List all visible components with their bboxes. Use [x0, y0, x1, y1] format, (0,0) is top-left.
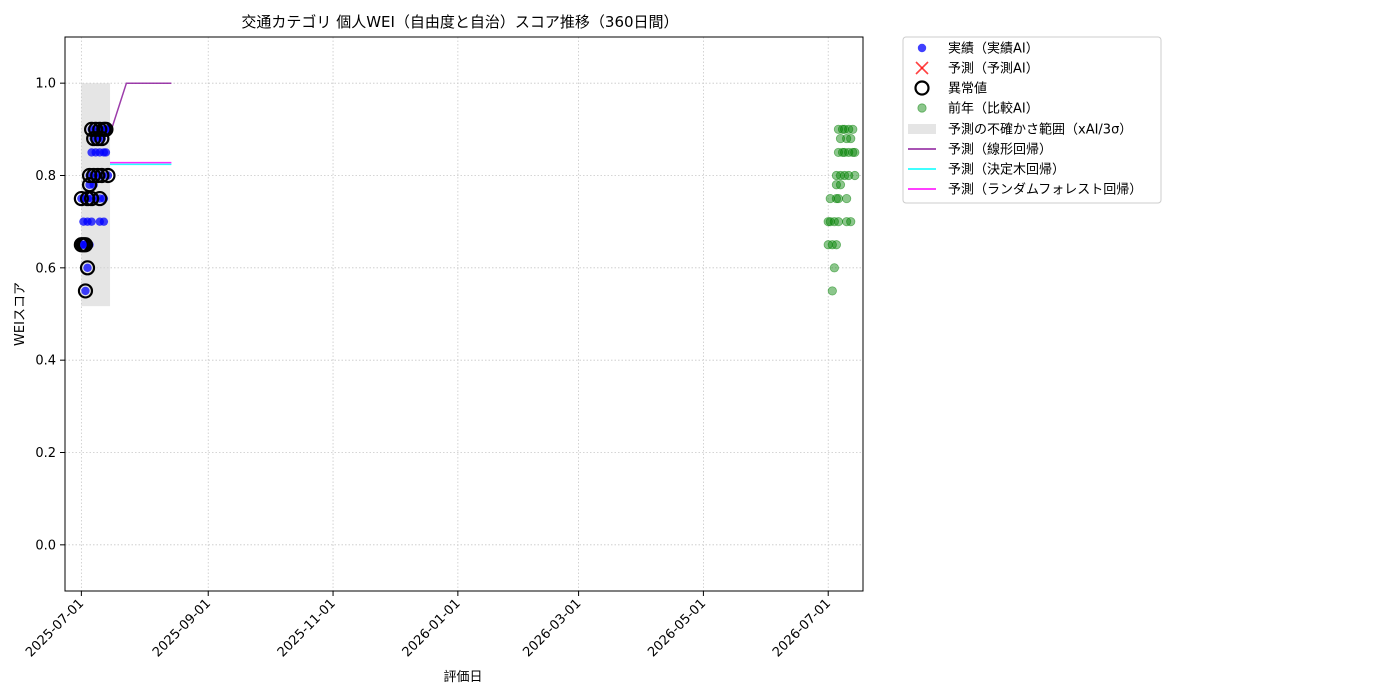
y-axis-label: WEIスコア — [13, 282, 28, 346]
actual-point — [81, 286, 90, 296]
chart: 交通カテゴリ 個人WEI（自由度と自治）スコア推移（360日間） 2025-07… — [13, 13, 1162, 685]
legend-label: 予測（線形回帰） — [948, 142, 1052, 158]
x-tick-label: 2025-07-01 — [23, 596, 87, 660]
legend-label: 前年（比較AI） — [948, 101, 1039, 117]
actual-point — [87, 217, 96, 226]
previous-year-point — [833, 193, 844, 204]
previous-year-point — [831, 240, 842, 250]
y-tick-label: 0.4 — [35, 354, 56, 369]
x-tick-label: 2025-11-01 — [275, 596, 339, 660]
legend-label: 予測（ランダムフォレスト回帰） — [948, 182, 1142, 198]
actual-point — [101, 148, 111, 157]
y-tick-label: 0.2 — [35, 446, 56, 461]
x-tick-label: 2026-07-01 — [770, 596, 834, 660]
previous-year-point — [827, 286, 837, 296]
previous-year-point — [846, 217, 856, 227]
previous-year-point — [848, 124, 858, 134]
previous-year-point — [842, 193, 852, 204]
legend-actual-key — [917, 43, 927, 53]
actual-point — [83, 263, 92, 273]
legend-label: 予測の不確かさ範囲（xAI/3σ） — [948, 122, 1132, 138]
previous-year-point — [846, 133, 856, 144]
y-tick-label: 1.0 — [35, 77, 56, 92]
legend-label: 予測（予測AI） — [948, 62, 1039, 77]
legend-band-key — [908, 124, 936, 134]
y-tick-label: 0.6 — [35, 261, 56, 276]
legend-label: 実績（実績AI） — [948, 41, 1039, 57]
plot-area — [64, 36, 864, 592]
legend-label: 予測（決定木回帰） — [948, 162, 1065, 178]
plot-background — [65, 37, 863, 591]
x-tick-label: 2025-09-01 — [150, 596, 214, 660]
previous-year-point — [850, 147, 860, 158]
x-tick-label: 2026-03-01 — [520, 596, 584, 660]
y-axis: 0.0 0.2 0.4 0.6 0.8 1.0 — [35, 77, 65, 553]
y-tick-label: 0.0 — [35, 538, 56, 553]
actual-point — [99, 217, 109, 226]
previous-year-point — [850, 170, 860, 181]
x-tick-label: 2026-01-01 — [400, 596, 464, 660]
x-tick-label: 2026-05-01 — [645, 596, 709, 660]
previous-year-point — [835, 180, 846, 190]
legend-previous-year-key — [917, 103, 927, 113]
legend: 実績（実績AI） 予測（予測AI） 異常値前年（比較AI） 予測の不確かさ範囲（xAI… — [902, 36, 1162, 204]
x-axis: 2025-07-01 2025-09-01 2025-11-01 2026-01-01… — [23, 591, 834, 660]
legend-label: 異常値 — [948, 81, 987, 97]
y-tick-label: 0.8 — [35, 169, 56, 184]
chart-title: 交通カテゴリ 個人WEI（自由度と自治）スコア推移（360日間） — [241, 13, 678, 31]
previous-year-point — [829, 263, 839, 273]
previous-year-point — [833, 217, 844, 227]
x-axis-label: 評価日 — [443, 670, 482, 685]
